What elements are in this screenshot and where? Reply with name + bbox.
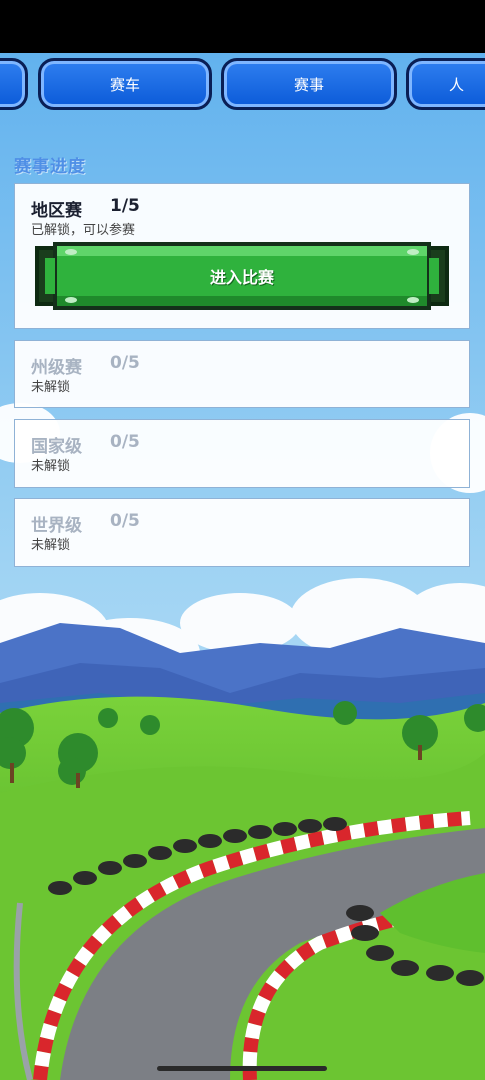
enter-race-label: 进入比赛 [209, 268, 274, 287]
race-card-national: 国家级 0/5 未解锁 [14, 419, 470, 488]
enter-race-button[interactable]: 进入比赛 [35, 240, 449, 312]
race-progress: 0/5 [110, 511, 140, 531]
home-indicator[interactable] [157, 1066, 327, 1071]
race-name: 国家级 [31, 437, 82, 457]
race-status: 未解锁 [31, 459, 71, 474]
tab-prev[interactable] [0, 58, 28, 110]
race-status: 未解锁 [31, 538, 71, 553]
tab-events[interactable]: 赛事 [221, 58, 397, 110]
race-progress: 0/5 [110, 353, 140, 373]
race-card-state: 州级赛 0/5 未解锁 [14, 340, 470, 408]
race-status: 未解锁 [31, 380, 71, 395]
tab-next[interactable]: 人 [406, 58, 485, 110]
race-progress: 0/5 [110, 432, 140, 452]
race-name: 地区赛 [31, 201, 82, 221]
race-status: 已解锁，可以参赛 [31, 223, 136, 238]
race-name: 州级赛 [31, 358, 82, 378]
race-card-world: 世界级 0/5 未解锁 [14, 498, 470, 567]
tab-cars[interactable]: 赛车 [38, 58, 212, 110]
status-bar [0, 0, 485, 53]
top-tab-bar: 赛车 赛事 人 [0, 58, 485, 114]
race-card-regional: 地区赛 1/5 已解锁，可以参赛 进入比赛 [14, 183, 470, 329]
race-progress: 1/5 [110, 196, 140, 216]
section-title: 赛事进度 [14, 157, 86, 177]
race-name: 世界级 [31, 516, 82, 536]
